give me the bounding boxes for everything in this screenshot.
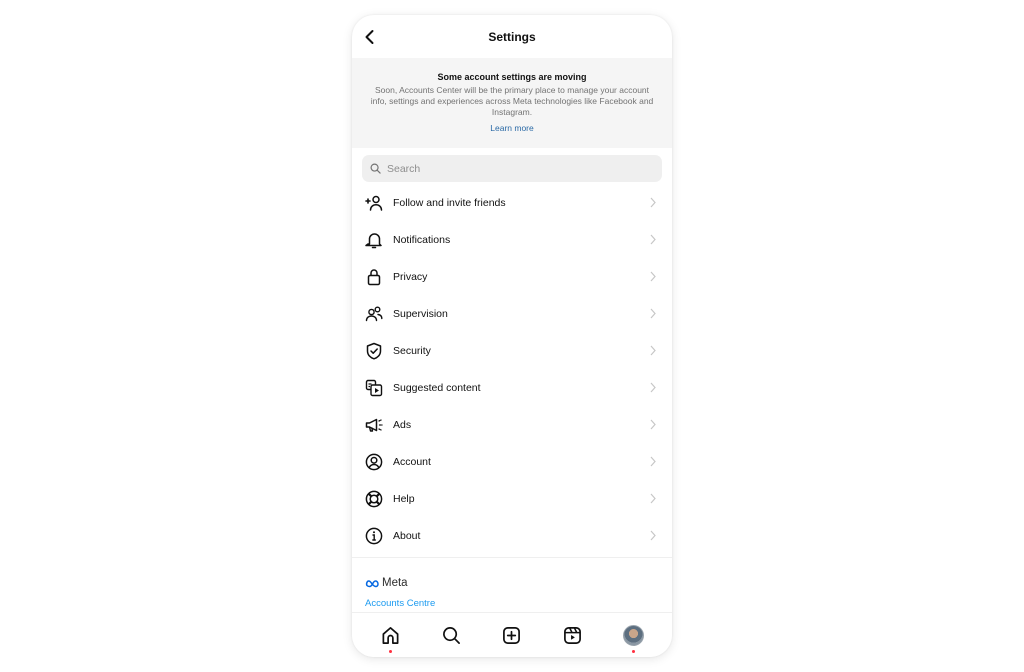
meta-brand: Meta xyxy=(382,577,408,589)
menu-item-label: Suggested content xyxy=(393,381,481,394)
nav-search[interactable] xyxy=(439,623,463,647)
chevron-right-icon xyxy=(650,493,656,504)
learn-more-link[interactable]: Learn more xyxy=(490,123,533,133)
chevron-right-icon xyxy=(650,197,656,208)
meta-infinity-icon xyxy=(365,579,379,587)
menu-item-security[interactable]: Security xyxy=(352,332,672,369)
menu-item-label: Supervision xyxy=(393,307,448,320)
menu-item-privacy[interactable]: Privacy xyxy=(352,258,672,295)
menu-item-suggested-content[interactable]: Suggested content xyxy=(352,369,672,406)
account-circle-icon xyxy=(365,453,383,471)
menu-item-about[interactable]: About xyxy=(352,517,672,554)
menu-item-label: Notifications xyxy=(393,233,451,246)
people-icon xyxy=(365,305,383,323)
chevron-right-icon xyxy=(650,308,656,319)
reels-icon xyxy=(564,626,582,644)
lifebuoy-icon xyxy=(365,490,383,508)
search-input[interactable] xyxy=(387,162,637,175)
lock-icon xyxy=(365,268,383,286)
notice-title: Some account settings are moving xyxy=(437,72,587,82)
bottom-navigation xyxy=(352,612,672,657)
phone-screen: Settings Some account settings are movin… xyxy=(352,15,672,657)
bell-icon xyxy=(365,231,383,249)
add-person-icon xyxy=(365,194,383,212)
shield-check-icon xyxy=(365,342,383,360)
chevron-right-icon xyxy=(650,419,656,430)
menu-item-follow-invite[interactable]: Follow and invite friends xyxy=(352,184,672,221)
menu-item-account[interactable]: Account xyxy=(352,443,672,480)
settings-moving-notice: Some account settings are moving Soon, A… xyxy=(352,58,672,148)
nav-reels[interactable] xyxy=(561,623,585,647)
menu-item-label: Follow and invite friends xyxy=(393,196,506,209)
notice-body: Soon, Accounts Center will be the primar… xyxy=(370,85,654,117)
meta-logo: Meta xyxy=(365,577,659,589)
meta-section: Meta Accounts Centre xyxy=(352,558,672,611)
chevron-right-icon xyxy=(650,345,656,356)
search-icon xyxy=(370,163,381,174)
menu-item-help[interactable]: Help xyxy=(352,480,672,517)
nav-create[interactable] xyxy=(500,623,524,647)
page-title: Settings xyxy=(488,29,536,44)
search-bar[interactable] xyxy=(362,155,662,182)
chevron-right-icon xyxy=(650,271,656,282)
menu-item-label: About xyxy=(393,529,421,542)
menu-item-label: Account xyxy=(393,455,431,468)
info-icon xyxy=(365,527,383,545)
megaphone-icon xyxy=(365,416,383,434)
home-icon xyxy=(382,626,399,644)
menu-item-label: Ads xyxy=(393,418,412,431)
suggested-content-icon xyxy=(365,379,383,397)
search-icon xyxy=(442,626,460,644)
menu-item-ads[interactable]: Ads xyxy=(352,406,672,443)
menu-item-label: Privacy xyxy=(393,270,428,283)
notification-dot xyxy=(388,650,392,653)
chevron-right-icon xyxy=(650,530,656,541)
nav-profile[interactable] xyxy=(622,623,646,653)
notification-dot xyxy=(632,650,636,653)
accounts-centre-link[interactable]: Accounts Centre xyxy=(365,598,435,609)
back-button[interactable] xyxy=(362,29,378,45)
nav-home[interactable] xyxy=(378,623,402,653)
chevron-right-icon xyxy=(650,456,656,467)
chevron-right-icon xyxy=(650,382,656,393)
menu-item-label: Help xyxy=(393,492,415,505)
avatar xyxy=(623,624,645,646)
top-bar: Settings xyxy=(352,15,672,58)
settings-menu: Follow and invite friends Notifications … xyxy=(352,184,672,554)
menu-item-label: Security xyxy=(393,344,431,357)
chevron-right-icon xyxy=(650,234,656,245)
plus-square-icon xyxy=(503,626,521,644)
menu-item-supervision[interactable]: Supervision xyxy=(352,295,672,332)
menu-item-notifications[interactable]: Notifications xyxy=(352,221,672,258)
